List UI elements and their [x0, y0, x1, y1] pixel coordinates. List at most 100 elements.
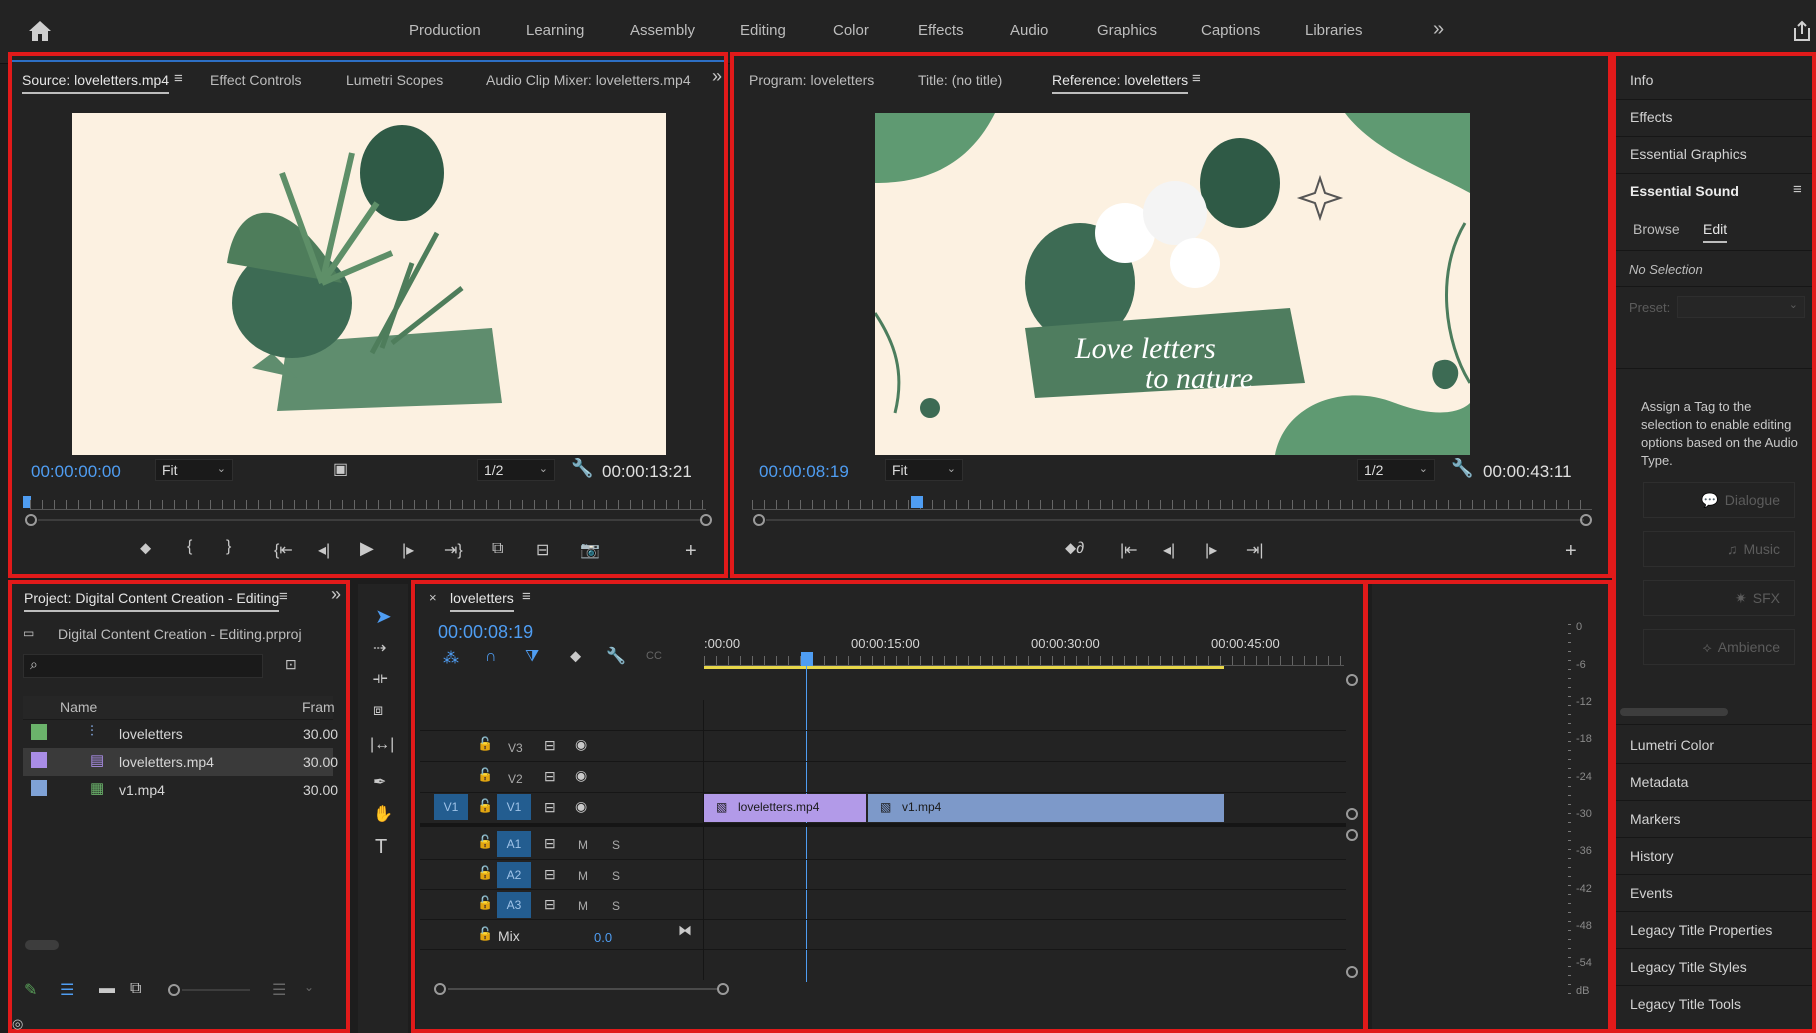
- program-zoom-dropdown[interactable]: Fit ⌄: [885, 459, 963, 481]
- track-name-v2[interactable]: V2: [508, 772, 523, 786]
- menu-icon[interactable]: ≡: [522, 588, 531, 605]
- lock-icon[interactable]: 🔓: [477, 767, 493, 783]
- insert-icon[interactable]: ⧉: [492, 540, 503, 558]
- mute-button[interactable]: M: [578, 869, 588, 883]
- track-target-a3[interactable]: A3: [497, 892, 531, 918]
- video-audio-divider[interactable]: [420, 823, 1346, 827]
- menu-icon[interactable]: ≡: [1192, 70, 1201, 87]
- panel-markers[interactable]: Markers: [1630, 811, 1681, 827]
- add-button-icon[interactable]: +: [685, 540, 697, 563]
- source-playhead-timecode[interactable]: 00:00:00:00: [31, 462, 121, 482]
- mute-button[interactable]: M: [578, 838, 588, 852]
- mute-button[interactable]: M: [578, 899, 588, 913]
- tab-browse[interactable]: Browse: [1633, 221, 1680, 237]
- music-button[interactable]: ♫ Music: [1643, 531, 1795, 567]
- new-bin-from-search-icon[interactable]: ⊡: [285, 656, 297, 673]
- list-view-icon[interactable]: ☰: [60, 980, 74, 1000]
- lock-icon[interactable]: 🔓: [477, 834, 493, 850]
- step-back-icon[interactable]: ◂|: [1163, 540, 1175, 560]
- track-target-a1[interactable]: A1: [497, 831, 531, 857]
- program-playhead-timecode[interactable]: 00:00:08:19: [759, 462, 849, 482]
- track-target-v1[interactable]: V1: [497, 794, 531, 820]
- preset-dropdown[interactable]: ⌄: [1677, 296, 1805, 318]
- work-area-bar[interactable]: [704, 666, 1224, 669]
- selection-tool-icon[interactable]: ➤: [375, 604, 392, 629]
- tab-audio-clip-mixer[interactable]: Audio Clip Mixer: loveletters.mp4: [486, 72, 691, 88]
- timeline-time-ruler[interactable]: [704, 656, 1344, 666]
- step-forward-icon[interactable]: |▸: [402, 540, 414, 560]
- tab-edit[interactable]: Edit: [1703, 221, 1728, 243]
- source-zoom-start-handle[interactable]: [25, 514, 37, 526]
- list-item[interactable]: [23, 776, 333, 804]
- tab-effect-controls[interactable]: Effect Controls: [210, 72, 302, 88]
- workspace-assembly[interactable]: Assembly: [630, 22, 695, 39]
- zoom-slider-handle[interactable]: [168, 984, 180, 996]
- more-tabs-icon[interactable]: »: [712, 66, 722, 87]
- lock-icon[interactable]: 🔓: [477, 926, 493, 942]
- column-frame-rate[interactable]: Fram: [302, 699, 335, 715]
- lock-icon[interactable]: 🔓: [477, 798, 493, 814]
- lock-icon[interactable]: 🔓: [477, 865, 493, 881]
- ambience-button[interactable]: ⟡ Ambience: [1643, 629, 1795, 665]
- bowtie-icon[interactable]: ⧓: [678, 922, 692, 939]
- workspace-learning[interactable]: Learning: [526, 22, 584, 39]
- program-time-ruler[interactable]: [752, 500, 1592, 510]
- project-horizontal-scroll[interactable]: [25, 940, 59, 950]
- vertical-scroll-handle[interactable]: [1346, 674, 1358, 686]
- sync-lock-icon[interactable]: ⊟: [544, 737, 556, 754]
- panel-events[interactable]: Events: [1630, 885, 1673, 901]
- go-to-out-icon[interactable]: ⇥|: [1246, 540, 1264, 560]
- mark-out-icon[interactable]: }: [226, 538, 231, 556]
- sync-lock-icon[interactable]: ⊟: [544, 835, 556, 852]
- timeline-clip[interactable]: ▧ loveletters.mp4: [704, 794, 866, 822]
- source-time-ruler[interactable]: [30, 500, 706, 510]
- camera-icon[interactable]: 📷: [580, 540, 600, 560]
- panel-effects[interactable]: Effects: [1630, 109, 1673, 125]
- side-horizontal-scroll[interactable]: [1620, 708, 1728, 716]
- mark-in-icon[interactable]: {: [187, 538, 192, 556]
- panel-legacy-title-properties[interactable]: Legacy Title Properties: [1630, 922, 1772, 938]
- source-patch-v1[interactable]: V1: [434, 794, 468, 820]
- safe-margins-icon[interactable]: ▣: [333, 459, 348, 479]
- label-color-swatch[interactable]: [31, 752, 47, 768]
- program-zoom-bar[interactable]: [766, 519, 1584, 521]
- step-back-icon[interactable]: ◂|: [318, 540, 330, 560]
- razor-tool-icon[interactable]: ⧈: [373, 702, 383, 720]
- panel-legacy-title-styles[interactable]: Legacy Title Styles: [1630, 959, 1747, 975]
- overwrite-icon[interactable]: ⊟: [536, 540, 549, 560]
- solo-button[interactable]: S: [612, 869, 620, 883]
- panel-legacy-title-tools[interactable]: Legacy Title Tools: [1630, 996, 1741, 1012]
- timeline-zoom-bar[interactable]: [448, 988, 718, 990]
- workspace-production[interactable]: Production: [409, 22, 481, 39]
- column-name[interactable]: Name: [60, 699, 97, 715]
- icon-view-icon[interactable]: ▬: [99, 980, 115, 998]
- timeline-playhead-timecode[interactable]: 00:00:08:19: [438, 622, 533, 643]
- pencil-icon[interactable]: ✎: [24, 980, 37, 1000]
- menu-icon[interactable]: ≡: [279, 588, 288, 605]
- wrench-icon[interactable]: 🔧: [1451, 458, 1473, 479]
- workspace-effects[interactable]: Effects: [918, 22, 964, 39]
- go-to-in-icon[interactable]: |⇤: [1120, 540, 1138, 560]
- hand-tool-icon[interactable]: ✋: [373, 804, 393, 824]
- add-button-icon[interactable]: +: [1565, 540, 1577, 563]
- eye-icon[interactable]: ◉: [575, 767, 587, 784]
- link-marker-icon[interactable]: ⬥∂: [1065, 540, 1084, 558]
- tab-title[interactable]: Title: (no title): [918, 72, 1002, 88]
- pen-tool-icon[interactable]: ✒: [373, 772, 386, 792]
- source-resolution-dropdown[interactable]: 1/2 ⌄: [477, 459, 555, 481]
- tab-reference[interactable]: Reference: loveletters: [1052, 72, 1189, 94]
- track-select-tool-icon[interactable]: ⇢: [373, 638, 386, 658]
- timeline-playhead-head[interactable]: [801, 652, 813, 666]
- wrench-icon[interactable]: 🔧: [571, 458, 593, 479]
- sync-lock-icon[interactable]: ⊟: [544, 768, 556, 785]
- panel-lumetri-color[interactable]: Lumetri Color: [1630, 737, 1714, 753]
- program-zoom-end-handle[interactable]: [1580, 514, 1592, 526]
- play-icon[interactable]: ▶: [360, 538, 374, 559]
- panel-metadata[interactable]: Metadata: [1630, 774, 1688, 790]
- close-tab-icon[interactable]: ×: [429, 590, 437, 605]
- menu-icon[interactable]: ≡: [174, 70, 183, 87]
- home-icon[interactable]: [28, 20, 52, 42]
- linked-selection-icon[interactable]: ⧩: [525, 648, 539, 666]
- dialogue-button[interactable]: 💬 Dialogue: [1643, 482, 1795, 518]
- go-to-in-icon[interactable]: {⇤: [274, 540, 293, 560]
